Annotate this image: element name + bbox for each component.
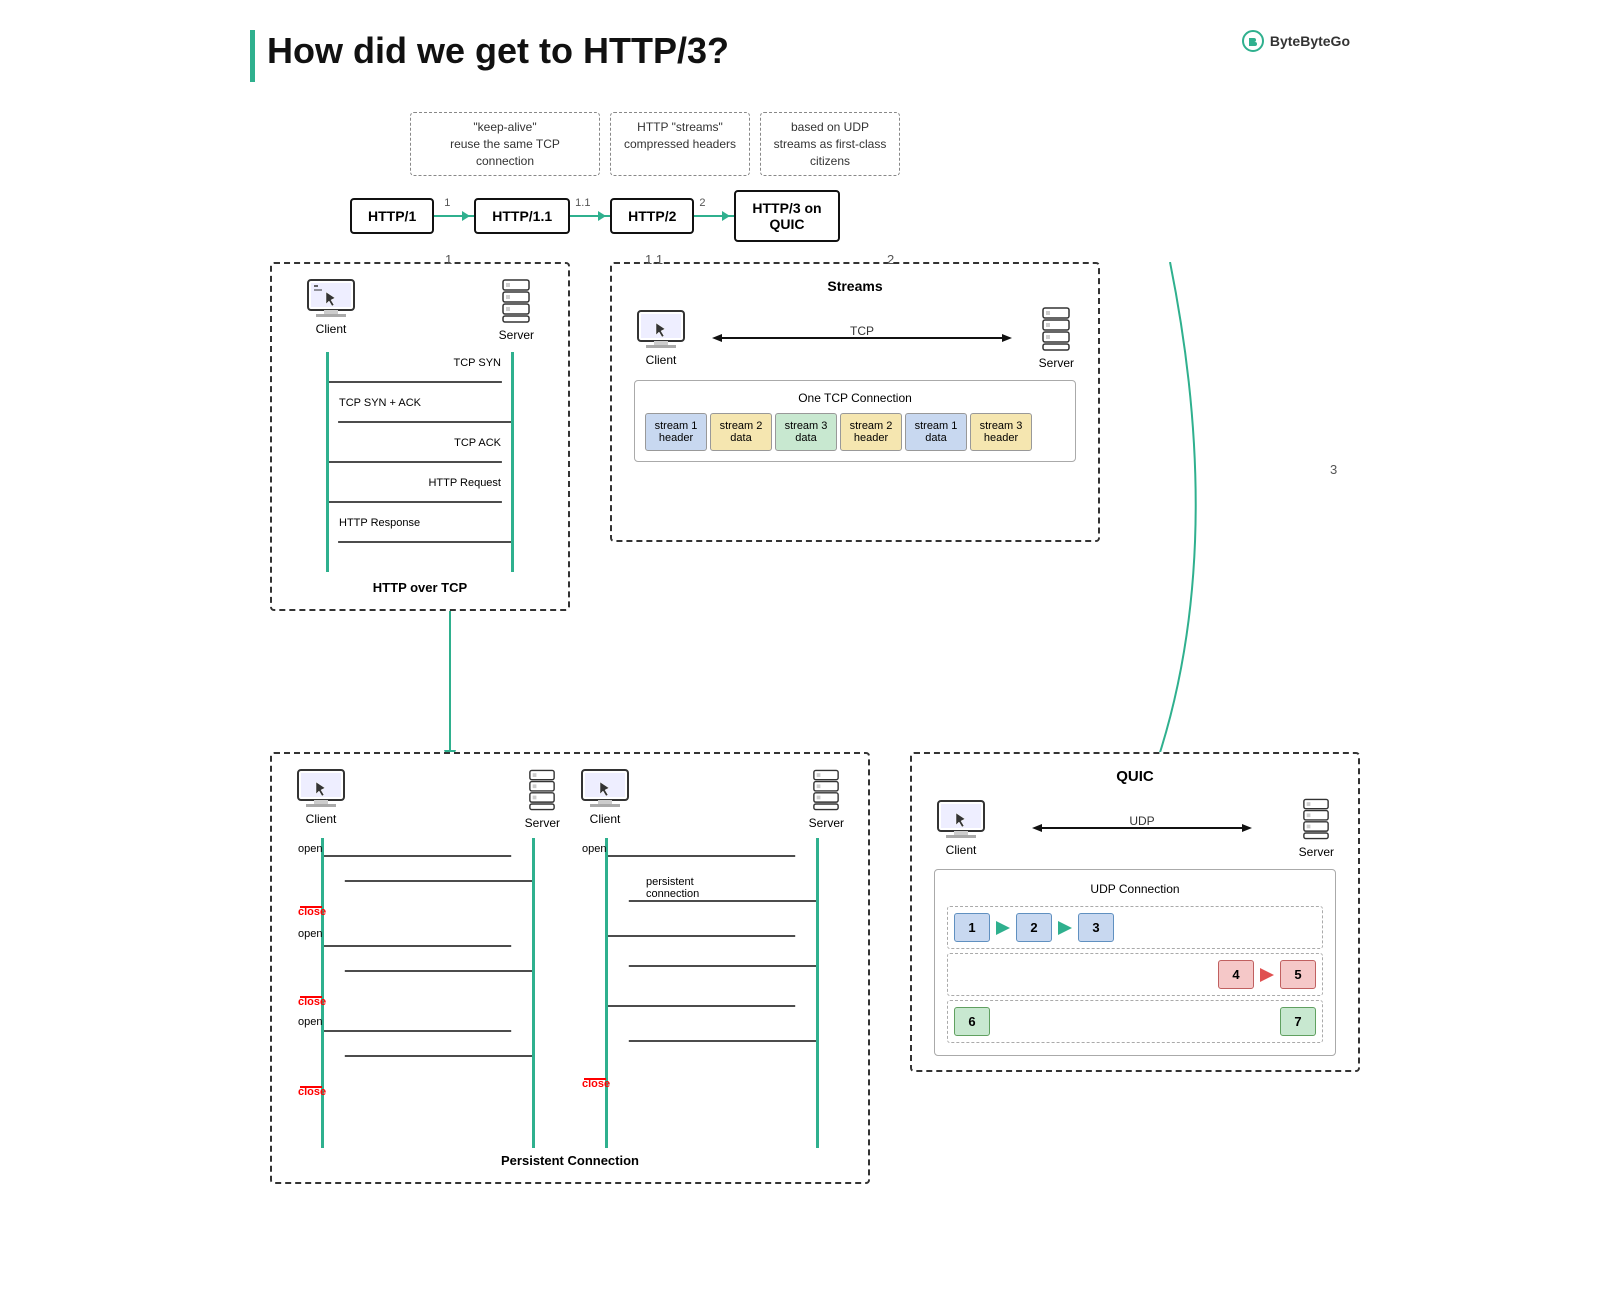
quic-packet-1: 1 (954, 913, 990, 942)
arrow-1-to-11 (434, 215, 474, 217)
tcp-ack: TCP ACK (329, 452, 511, 477)
client-icon-5 (936, 799, 986, 839)
p-server-line (532, 838, 535, 1148)
http11-persistent-diagram: Client Serv (580, 768, 844, 1148)
quic-packet-2: 2 (1016, 913, 1052, 942)
close-mark-3 (300, 1086, 322, 1088)
p2-client-line (605, 838, 608, 1148)
bytebygo-icon (1242, 30, 1264, 52)
server-icon (501, 278, 531, 324)
http3-box: HTTP/3 onQUIC (734, 190, 839, 242)
udp-arrow: UDP (1032, 816, 1252, 841)
open-2: open (298, 928, 322, 940)
persistent-server-left: Server (525, 768, 560, 830)
version-label-11: 1.1 (645, 252, 663, 267)
version-label-2: 2 (887, 252, 894, 267)
tcp-server-label: Server (499, 328, 534, 342)
client-computer-icon (306, 278, 356, 318)
quic-packet-5: 5 (1280, 960, 1316, 989)
open-1: open (298, 843, 322, 855)
persistent-client-right: Client (580, 768, 630, 830)
packet-stream2-header: stream 2header (840, 413, 902, 451)
persistent-client-left: Client (296, 768, 346, 830)
quic-packet-4: 4 (1218, 960, 1254, 989)
svg-text:TCP: TCP (850, 326, 874, 338)
logo: ByteByteGo (1242, 30, 1350, 52)
open-3: open (298, 1016, 322, 1028)
http2-box: HTTP/2 (610, 198, 694, 234)
streams-server: Server (1039, 306, 1074, 370)
persistent-label-bottom: Persistent Connection (286, 1153, 854, 1168)
stream-packets: stream 1header stream 2data stream 3data… (645, 413, 1065, 451)
quic-stream-3: 6 7 (947, 1000, 1323, 1043)
http3-note: based on UDP streams as first-class citi… (760, 112, 900, 176)
server-icon-3 (528, 768, 556, 812)
label-11: 1.1 (575, 197, 590, 209)
tcp-arrow: TCP (712, 326, 1012, 351)
packet-stream1-header: stream 1header (645, 413, 707, 451)
quic-packet-6: 6 (954, 1007, 990, 1036)
quic-packet-3: 3 (1078, 913, 1114, 942)
http11-note: "keep-alive" reuse the same TCP connecti… (410, 112, 600, 176)
packet-stream1-data: stream 1data (905, 413, 967, 451)
streams-client-label: Client (646, 353, 677, 367)
persistent-box: Client Serv (270, 752, 870, 1184)
http1-box: HTTP/1 (350, 198, 434, 234)
quic-stream-2: 4 5 (947, 953, 1323, 996)
tcp-server: Server (499, 278, 534, 342)
tcp-syn: TCP SYN (329, 372, 511, 397)
http-response: HTTP Response (329, 532, 511, 557)
page-title: How did we get to HTTP/3? (267, 30, 729, 72)
version-label-1: 1 (445, 252, 452, 267)
http11-box: HTTP/1.1 (474, 198, 570, 234)
tcp-syn-ack: TCP SYN + ACK (329, 412, 511, 437)
p2-open: open (582, 843, 606, 855)
server-icon-4 (812, 768, 840, 812)
label-2: 2 (699, 197, 705, 209)
close-mark-1 (300, 906, 322, 908)
streams-box: Streams Client (610, 262, 1100, 542)
quic-box: QUIC Client (910, 752, 1360, 1072)
arrow-2-to-3 (694, 215, 734, 217)
one-tcp-connection: One TCP Connection stream 1header stream… (634, 380, 1076, 462)
udp-connection-box: UDP Connection 1 2 3 4 5 6 7 (934, 869, 1336, 1056)
http2-note: HTTP "streams" compressed headers (610, 112, 750, 176)
quic-title: QUIC (926, 768, 1344, 785)
http-tcp-box: Client Server (270, 262, 570, 611)
connection-label: One TCP Connection (645, 391, 1065, 405)
http10-diagram: Client Serv (296, 768, 560, 1148)
svg-text:UDP: UDP (1130, 816, 1155, 828)
streams-client: Client (636, 309, 686, 367)
quic-client: Client (936, 799, 986, 857)
title-accent (250, 30, 255, 82)
logo-text: ByteByteGo (1270, 33, 1350, 49)
client-computer-icon-2 (636, 309, 686, 349)
close-mark-2 (300, 996, 322, 998)
title-bar: How did we get to HTTP/3? ByteByteGo (250, 30, 1350, 82)
streams-title: Streams (626, 278, 1084, 294)
client-icon-3 (296, 768, 346, 808)
quic-server: Server (1299, 797, 1334, 859)
packet-stream3-data: stream 3data (775, 413, 837, 451)
streams-server-label: Server (1039, 356, 1074, 370)
quic-packet-7: 7 (1280, 1007, 1316, 1036)
server-line (511, 352, 514, 572)
persistent-server-right: Server (809, 768, 844, 830)
quic-stream-1: 1 2 3 (947, 906, 1323, 949)
version-label-3: 3 (1330, 462, 1337, 477)
client-icon-4 (580, 768, 630, 808)
label-1: 1 (444, 197, 450, 209)
http-request: HTTP Request (329, 492, 511, 517)
packet-stream3-header: stream 3header (970, 413, 1032, 451)
tcp-section-label: HTTP over TCP (286, 580, 554, 595)
server-icon-2 (1041, 306, 1071, 352)
udp-connection-label: UDP Connection (947, 882, 1323, 896)
arrow-11-to-2 (570, 215, 610, 217)
server-icon-5 (1302, 797, 1330, 841)
p2-server-line (816, 838, 819, 1148)
tcp-client: Client (306, 278, 356, 342)
tcp-client-label: Client (316, 322, 347, 336)
p2-close-mark (584, 1078, 606, 1080)
packet-stream2-data: stream 2data (710, 413, 772, 451)
